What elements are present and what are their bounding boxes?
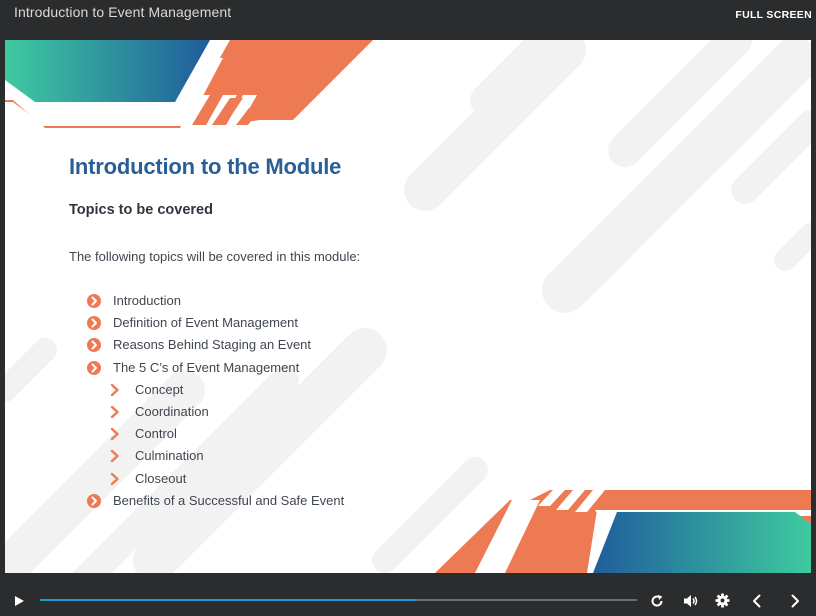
circle-chevron-bullet-icon [87,316,101,331]
topic-label: The 5 C’s of Event Management [113,359,300,375]
circle-chevron-bullet-icon [87,338,101,353]
chevron-right-icon [110,450,119,463]
slide-intro-text: The following topics will be covered in … [69,249,361,264]
player-controls [0,586,816,616]
topic-label: Reasons Behind Staging an Event [113,337,312,353]
chevron-right-icon [110,427,119,441]
volume-icon[interactable] [683,594,699,608]
topic-label: Definition of Event Management [113,315,298,331]
subtopic-label: Concept [135,381,184,397]
circle-chevron-bullet-icon [87,360,101,375]
topic-label: Introduction [113,293,181,308]
corner-decoration-top-left [5,40,373,128]
subtopic-label: Coordination [135,403,209,419]
subtopic-label: Control [135,426,177,442]
progress-bar[interactable] [40,599,637,601]
course-title: Introduction to Event Management [14,4,232,20]
slide-subheading: Topics to be covered [69,202,213,218]
play-icon[interactable] [13,595,25,607]
fullscreen-button[interactable]: FULL SCREEN [735,9,812,21]
settings-gear-icon[interactable] [715,593,730,608]
slide-heading: Introduction to the Module [69,154,342,179]
progress-fill [40,599,417,601]
title-bar: Introduction to Event Management FULL SC… [0,0,816,40]
replay-icon[interactable] [650,594,664,608]
topic-label: Benefits of a Successful and Safe Event [113,492,345,508]
previous-arrow-icon[interactable] [751,594,763,608]
circle-chevron-bullet-icon [87,294,101,308]
chevron-right-icon [110,405,119,419]
corner-decoration-bottom-right [435,490,811,573]
circle-chevron-bullet-icon [87,493,101,508]
next-arrow-icon[interactable] [789,594,801,608]
slide-canvas: Introduction to the Module Topics to be … [5,40,811,573]
subtopic-label: Closeout [135,470,187,486]
chevron-right-icon [110,383,119,396]
subtopic-label: Culmination [135,448,204,464]
chevron-right-icon [110,472,119,485]
course-player: Introduction to Event Management FULL SC… [0,0,816,616]
